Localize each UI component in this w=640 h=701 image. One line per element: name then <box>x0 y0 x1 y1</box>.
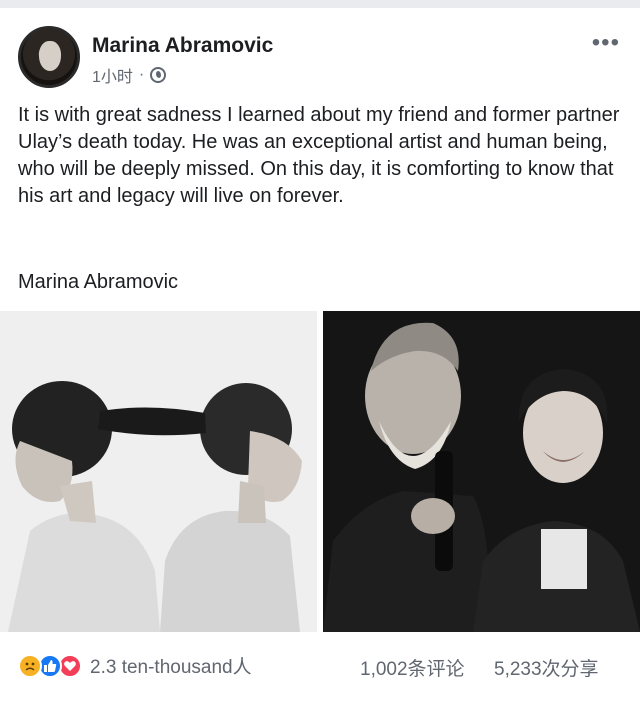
more-options-button[interactable]: ••• <box>592 31 620 55</box>
photo-right[interactable] <box>323 311 640 632</box>
globe-icon <box>150 67 167 83</box>
post-signature: Marina Abramovic <box>18 271 179 293</box>
photo-left[interactable] <box>0 311 317 632</box>
meta-separator: · <box>138 66 145 83</box>
post-header: Marina Abramovic 1小时 · ••• <box>18 26 622 92</box>
post-text: It is with great sadness I learned about… <box>18 104 620 207</box>
post-meta: 1小时 · <box>92 63 167 87</box>
more-icon: ••• <box>591 29 620 56</box>
photo-left-illustration <box>0 311 317 632</box>
shares-count[interactable]: 5,233次分享 <box>494 654 599 681</box>
comments-count[interactable]: 1,002条评论 <box>360 654 465 681</box>
reaction-count: 2.3 ten-thousand人 <box>90 657 252 678</box>
reactions-summary[interactable]: 2.3 ten-thousand人 <box>18 652 252 679</box>
sad-reaction-icon <box>18 653 42 678</box>
author-name[interactable]: Marina Abramovic <box>92 34 273 58</box>
photo-right-illustration <box>323 311 640 632</box>
top-divider <box>0 0 640 8</box>
post-timestamp[interactable]: 1小时 <box>92 63 133 87</box>
avatar-face <box>39 41 61 71</box>
avatar[interactable] <box>18 26 80 88</box>
